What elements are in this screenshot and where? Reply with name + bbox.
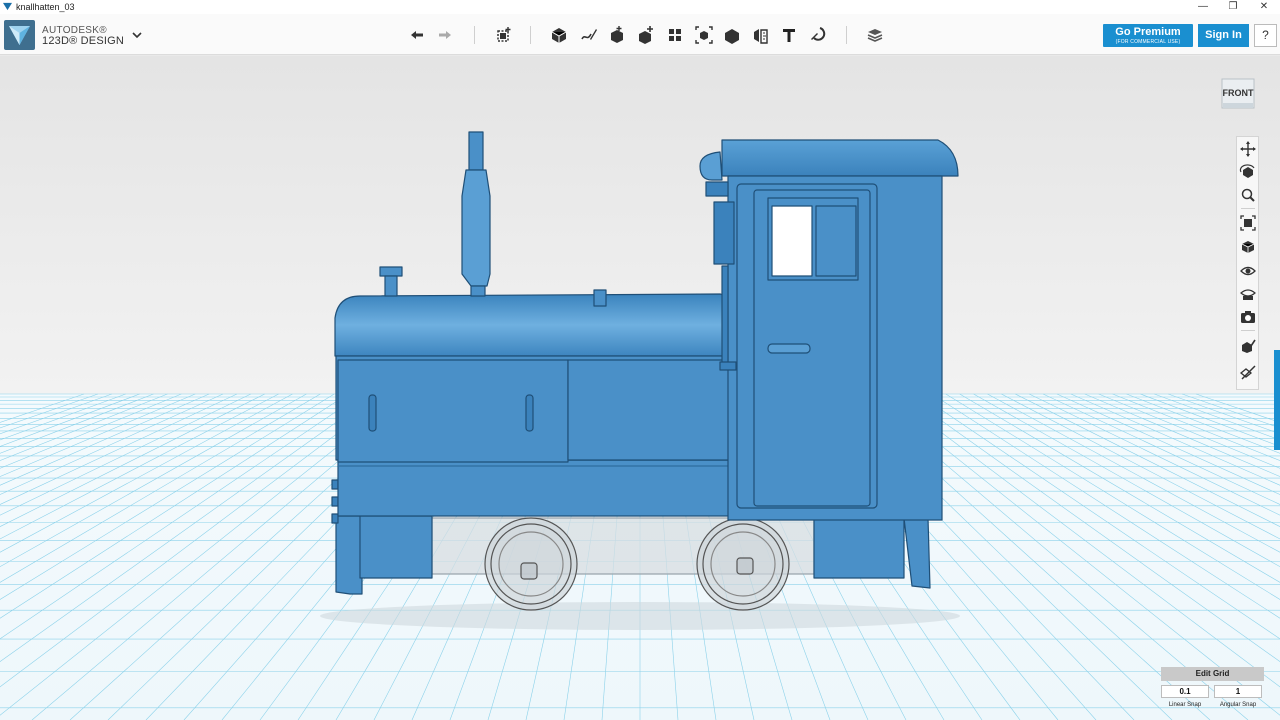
- window-title: knallhatten_03: [16, 2, 75, 12]
- cab-roof[interactable]: [721, 139, 959, 177]
- rear-footplate[interactable]: [813, 515, 905, 579]
- grab-rail[interactable]: [721, 265, 729, 369]
- window-titlebar: knallhatten_03 — ❐ ✕: [0, 0, 1280, 14]
- model-shadow: [320, 602, 960, 630]
- snap-visibility-icon[interactable]: [1239, 363, 1257, 381]
- front-buffer-beam[interactable]: [335, 515, 363, 595]
- angular-snap-label: Angular Snap: [1219, 702, 1257, 708]
- hood-door-right[interactable]: [567, 359, 739, 461]
- toolbar-divider: [846, 26, 847, 44]
- grab-rail-bracket[interactable]: [719, 361, 737, 371]
- angular-snap-input[interactable]: 1: [1214, 685, 1262, 698]
- orbit-icon[interactable]: [1239, 163, 1257, 181]
- buffer-2[interactable]: [331, 496, 339, 507]
- redo-icon[interactable]: [434, 24, 456, 46]
- toolbar-divider: [474, 26, 475, 44]
- front-footplate[interactable]: [359, 515, 433, 579]
- material-icon[interactable]: [864, 24, 886, 46]
- fit-icon[interactable]: [1239, 214, 1257, 232]
- chevron-down-icon[interactable]: [130, 28, 144, 42]
- side-panel-handle[interactable]: [1274, 350, 1280, 450]
- cab-window-glass[interactable]: [771, 205, 813, 277]
- door-handle-1[interactable]: [368, 394, 377, 432]
- cab-window-panel[interactable]: [815, 205, 857, 277]
- radiator-cap[interactable]: [593, 289, 607, 307]
- maximize-icon[interactable]: ❐: [1218, 0, 1248, 14]
- app-toolbar: AUTODESK® 123D® DESIGN Go Premium (FOR C…: [0, 14, 1280, 55]
- measure-icon[interactable]: [750, 24, 772, 46]
- cab-side-window[interactable]: [713, 201, 735, 265]
- go-premium-label: Go Premium: [1115, 26, 1181, 38]
- construct-icon[interactable]: [606, 24, 628, 46]
- engine-hood[interactable]: [334, 293, 739, 357]
- filler-cap[interactable]: [379, 266, 403, 277]
- view-mode-icon[interactable]: [1239, 238, 1257, 256]
- door-handle-2[interactable]: [525, 394, 534, 432]
- rear-wheel[interactable]: [696, 517, 790, 611]
- edit-grid-button[interactable]: Edit Grid: [1161, 667, 1264, 681]
- exhaust-pipe-base[interactable]: [470, 285, 486, 297]
- pan-icon[interactable]: [1239, 140, 1257, 158]
- exhaust-silencer[interactable]: [461, 169, 491, 287]
- scene-canvas[interactable]: [0, 56, 1280, 720]
- materials-visibility-icon[interactable]: [1239, 285, 1257, 303]
- text-icon[interactable]: [778, 24, 800, 46]
- 3d-viewport[interactable]: [0, 56, 1280, 720]
- autodesk-logo-icon: [9, 26, 30, 45]
- navigation-bar: [1236, 136, 1259, 390]
- transform-icon[interactable]: [492, 24, 514, 46]
- combine-icon[interactable]: [721, 24, 743, 46]
- exhaust-pipe-top[interactable]: [468, 131, 484, 171]
- minimize-icon[interactable]: —: [1188, 0, 1218, 14]
- snap-icon[interactable]: [807, 24, 829, 46]
- sketch-icon[interactable]: [577, 24, 599, 46]
- undo-icon[interactable]: [406, 24, 428, 46]
- app-menu-logo[interactable]: [4, 20, 35, 50]
- linear-snap-input[interactable]: 0.1: [1161, 685, 1209, 698]
- brand-product: 123D® DESIGN: [42, 35, 125, 47]
- front-wheel[interactable]: [484, 517, 578, 611]
- primitives-icon[interactable]: [548, 24, 570, 46]
- go-premium-sublabel: (FOR COMMERCIAL USE): [1115, 39, 1181, 45]
- pattern-icon[interactable]: [664, 24, 686, 46]
- filler-neck[interactable]: [384, 275, 398, 297]
- view-cube-face-label: FRONT: [1223, 88, 1254, 98]
- lower-body[interactable]: [337, 459, 739, 517]
- zoom-icon[interactable]: [1239, 186, 1257, 204]
- grouping-icon[interactable]: [693, 24, 715, 46]
- app-logo-icon: [3, 2, 12, 11]
- linear-snap-label: Linear Snap: [1168, 702, 1202, 708]
- buffer-3[interactable]: [331, 513, 339, 524]
- view-cube[interactable]: FRONT: [1219, 75, 1257, 111]
- screenshot-icon[interactable]: [1239, 308, 1257, 326]
- close-icon[interactable]: ✕: [1249, 0, 1279, 14]
- help-button[interactable]: ?: [1254, 24, 1277, 47]
- toolbar-divider: [530, 26, 531, 44]
- navbar-divider: [1241, 208, 1255, 209]
- modify-icon[interactable]: [635, 24, 657, 46]
- visibility-icon[interactable]: [1239, 262, 1257, 280]
- outline-icon[interactable]: [1239, 337, 1257, 355]
- sign-in-button[interactable]: Sign In: [1198, 24, 1249, 47]
- cab-door-handle[interactable]: [767, 343, 811, 354]
- navbar-divider: [1241, 330, 1255, 331]
- go-premium-button[interactable]: Go Premium (FOR COMMERCIAL USE): [1103, 24, 1193, 47]
- buffer-1[interactable]: [331, 479, 339, 490]
- headlamp-mount[interactable]: [705, 181, 729, 197]
